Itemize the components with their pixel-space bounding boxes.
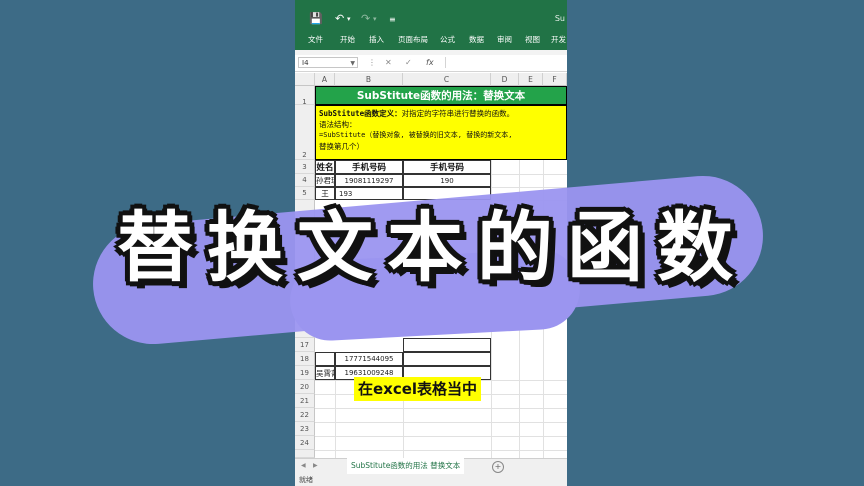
- name-box[interactable]: I4 ▼: [298, 57, 358, 68]
- scroll-right-icon[interactable]: ▶: [313, 462, 318, 469]
- name-box-value: I4: [302, 59, 309, 67]
- table-cell-name[interactable]: [315, 352, 335, 366]
- gridline: [315, 408, 567, 409]
- gridline: [315, 436, 567, 437]
- definition-cell[interactable]: SubStitute函数定义：对指定的字符串进行替换的函数。 语法结构： =Su…: [315, 105, 567, 160]
- row-header[interactable]: 17: [295, 338, 315, 352]
- redo-dropdown-icon[interactable]: ▾: [373, 15, 377, 23]
- syntax-formula: =SubStitute（替换对象, 被替换的旧文本, 替换的新文本,: [319, 131, 513, 139]
- row-header[interactable]: 18: [295, 352, 315, 366]
- tab-developer[interactable]: 开发: [551, 34, 566, 45]
- redo-icon[interactable]: ↷: [361, 12, 370, 25]
- tab-review[interactable]: 审阅: [497, 34, 512, 45]
- tab-page-layout[interactable]: 页面布局: [398, 34, 428, 45]
- insert-function-icon[interactable]: fx: [426, 58, 434, 67]
- gridline: [491, 174, 567, 175]
- row-header[interactable]: 23: [295, 422, 315, 436]
- tab-data[interactable]: 数据: [469, 34, 484, 45]
- column-header-f[interactable]: F: [543, 73, 567, 86]
- tab-insert[interactable]: 插入: [369, 34, 384, 45]
- table-cell-result[interactable]: [403, 352, 491, 366]
- column-header-c[interactable]: C: [403, 73, 491, 86]
- select-all-corner[interactable]: [295, 73, 315, 86]
- ribbon: 💾 ↶ ▾ ↷ ▾ ≡ Su 文件 开始 插入 页面布局 公式 数据 审阅 视图…: [295, 0, 567, 50]
- table-header-phone-result[interactable]: 手机号码: [403, 160, 491, 174]
- definition-label: SubStitute函数定义：: [319, 109, 402, 118]
- window-title: Su: [554, 14, 565, 23]
- sheet-tab-bar: ◀ ▶ SubStitute函数的用法 替换文本 +: [295, 458, 567, 476]
- overlay-subtitle: 在excel表格当中: [354, 377, 482, 401]
- formula-bar: I4 ▼ ⋮ ✕ ✓ fx: [295, 55, 567, 72]
- row-header[interactable]: 21: [295, 394, 315, 408]
- status-text: 就绪: [299, 476, 313, 484]
- column-header-e[interactable]: E: [519, 73, 543, 86]
- table-cell-result[interactable]: [403, 338, 491, 352]
- table-cell-name[interactable]: 吴霄菁: [315, 366, 335, 380]
- ribbon-tabs: 文件 开始 插入 页面布局 公式 数据 审阅 视图 开发: [295, 32, 567, 50]
- sheet-title-cell[interactable]: SubStitute函数的用法：替换文本: [315, 86, 567, 105]
- row-header[interactable]: 22: [295, 408, 315, 422]
- column-header-d[interactable]: D: [491, 73, 519, 86]
- syntax-label: 语法结构：: [319, 120, 357, 129]
- table-header-name[interactable]: 姓名: [315, 160, 335, 174]
- definition-text: 对指定的字符串进行替换的函数。: [401, 109, 515, 118]
- syntax-tail: 替换第几个）: [319, 142, 364, 151]
- row-header[interactable]: [295, 450, 315, 458]
- tab-formulas[interactable]: 公式: [440, 34, 455, 45]
- column-header-b[interactable]: B: [335, 73, 403, 86]
- tab-file[interactable]: 文件: [308, 34, 323, 45]
- undo-icon[interactable]: ↶: [335, 12, 344, 25]
- gridline: [315, 450, 567, 451]
- confirm-icon[interactable]: ✓: [405, 58, 412, 67]
- status-bar: 就绪: [295, 474, 567, 486]
- more-options-icon[interactable]: ⋮: [368, 58, 376, 67]
- row-header[interactable]: 2: [295, 105, 315, 160]
- save-icon[interactable]: 💾: [309, 12, 323, 25]
- row-header[interactable]: 19: [295, 366, 315, 380]
- gridline: [315, 422, 567, 423]
- table-header-phone[interactable]: 手机号码: [335, 160, 403, 174]
- tab-view[interactable]: 视图: [525, 34, 540, 45]
- cancel-icon[interactable]: ✕: [385, 58, 392, 67]
- customize-toolbar-icon[interactable]: ≡: [389, 15, 396, 24]
- chevron-down-icon[interactable]: ▼: [350, 58, 355, 69]
- row-header[interactable]: 3: [295, 160, 315, 174]
- column-header-a[interactable]: A: [315, 73, 335, 86]
- tab-home[interactable]: 开始: [340, 34, 355, 45]
- row-header[interactable]: 1: [295, 86, 315, 106]
- formula-input[interactable]: [445, 57, 564, 68]
- scroll-left-icon[interactable]: ◀: [301, 462, 306, 469]
- add-sheet-icon[interactable]: +: [492, 461, 504, 473]
- overlay-headline: 替换文本的函数: [117, 203, 747, 292]
- row-header[interactable]: 24: [295, 436, 315, 450]
- row-header[interactable]: 20: [295, 380, 315, 394]
- table-cell-phone[interactable]: 17771544095: [335, 352, 403, 366]
- undo-dropdown-icon[interactable]: ▾: [347, 15, 351, 23]
